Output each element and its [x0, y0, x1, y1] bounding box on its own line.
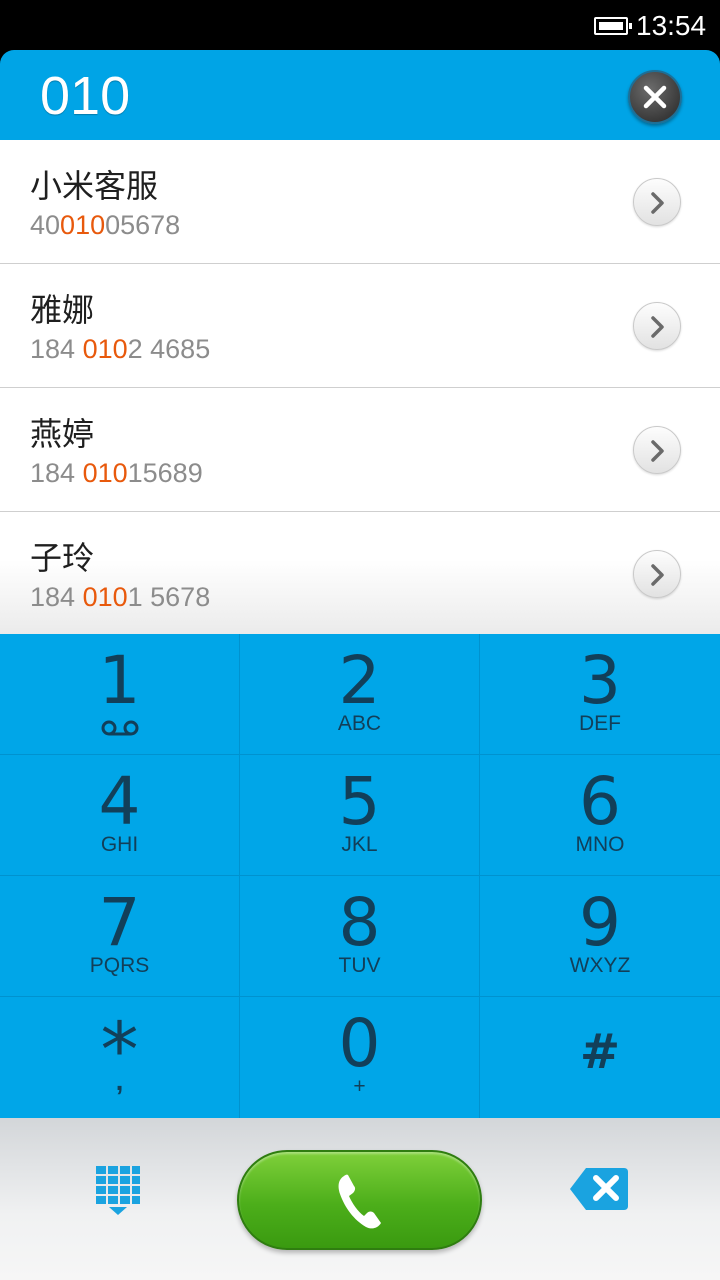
- keypad-grid-icon: [96, 1166, 140, 1215]
- contact-name: 雅娜: [30, 291, 95, 329]
- contact-number: 184 0102 4685: [30, 334, 211, 364]
- dial-header: 010: [0, 50, 720, 140]
- key-0[interactable]: 0 +: [240, 997, 480, 1118]
- contact-detail-button[interactable]: [633, 426, 681, 474]
- contact-row[interactable]: 雅娜 184 0102 4685: [0, 264, 720, 388]
- chevron-right-icon: [651, 192, 664, 214]
- toggle-keypad-button[interactable]: [94, 1164, 142, 1220]
- dialer-action-bar: [0, 1118, 720, 1280]
- key-9[interactable]: 9 WXYZ: [480, 876, 720, 997]
- dial-keypad: 1 2 ABC 3 DEF 4 GHI 5 JKL 6 MNO 7 PQRS 8…: [0, 634, 720, 1118]
- backspace-button[interactable]: [568, 1166, 630, 1212]
- close-icon: [643, 85, 667, 109]
- chevron-right-icon: [651, 440, 664, 462]
- key-3[interactable]: 3 DEF: [480, 634, 720, 755]
- chevron-right-icon: [651, 564, 664, 586]
- key-6[interactable]: 6 MNO: [480, 755, 720, 876]
- contact-detail-button[interactable]: [633, 550, 681, 598]
- contact-name: 子玲: [30, 539, 95, 577]
- contact-detail-button[interactable]: [633, 302, 681, 350]
- contact-name: 小米客服: [30, 167, 159, 205]
- backspace-icon: [570, 1168, 628, 1210]
- key-hash[interactable]: #: [480, 997, 720, 1118]
- matched-digits: 010: [60, 210, 106, 240]
- key-2[interactable]: 2 ABC: [240, 634, 480, 755]
- battery-icon: [594, 17, 632, 35]
- contact-number: 184 0101 5678: [30, 582, 211, 612]
- contact-suggestions-list: 小米客服 4001005678 雅娜 184 0102 4685 燕婷 184 …: [0, 140, 720, 634]
- contact-name: 燕婷: [30, 415, 95, 453]
- status-time: 13:54: [636, 10, 707, 41]
- clear-input-button[interactable]: [628, 70, 682, 124]
- key-8[interactable]: 8 TUV: [240, 876, 480, 997]
- key-star[interactable]: * ,: [0, 997, 240, 1118]
- contact-number: 4001005678: [30, 210, 181, 240]
- matched-digits: 010: [82, 334, 128, 364]
- contact-number: 184 01015689: [30, 458, 203, 488]
- contact-row[interactable]: 子玲 184 0101 5678: [0, 512, 720, 635]
- key-1[interactable]: 1: [0, 634, 240, 755]
- status-bar: 13:54: [0, 0, 720, 52]
- phone-icon: [338, 1174, 381, 1229]
- dialed-number: 010: [40, 66, 131, 126]
- key-5[interactable]: 5 JKL: [240, 755, 480, 876]
- matched-digits: 010: [82, 458, 128, 488]
- chevron-right-icon: [651, 316, 664, 338]
- contact-detail-button[interactable]: [633, 178, 681, 226]
- contact-row[interactable]: 小米客服 4001005678: [0, 140, 720, 264]
- matched-digits: 010: [82, 582, 128, 612]
- key-7[interactable]: 7 PQRS: [0, 876, 240, 997]
- key-4[interactable]: 4 GHI: [0, 755, 240, 876]
- contact-row[interactable]: 燕婷 184 01015689: [0, 388, 720, 512]
- call-button[interactable]: [237, 1150, 482, 1250]
- voicemail-icon: [101, 720, 139, 736]
